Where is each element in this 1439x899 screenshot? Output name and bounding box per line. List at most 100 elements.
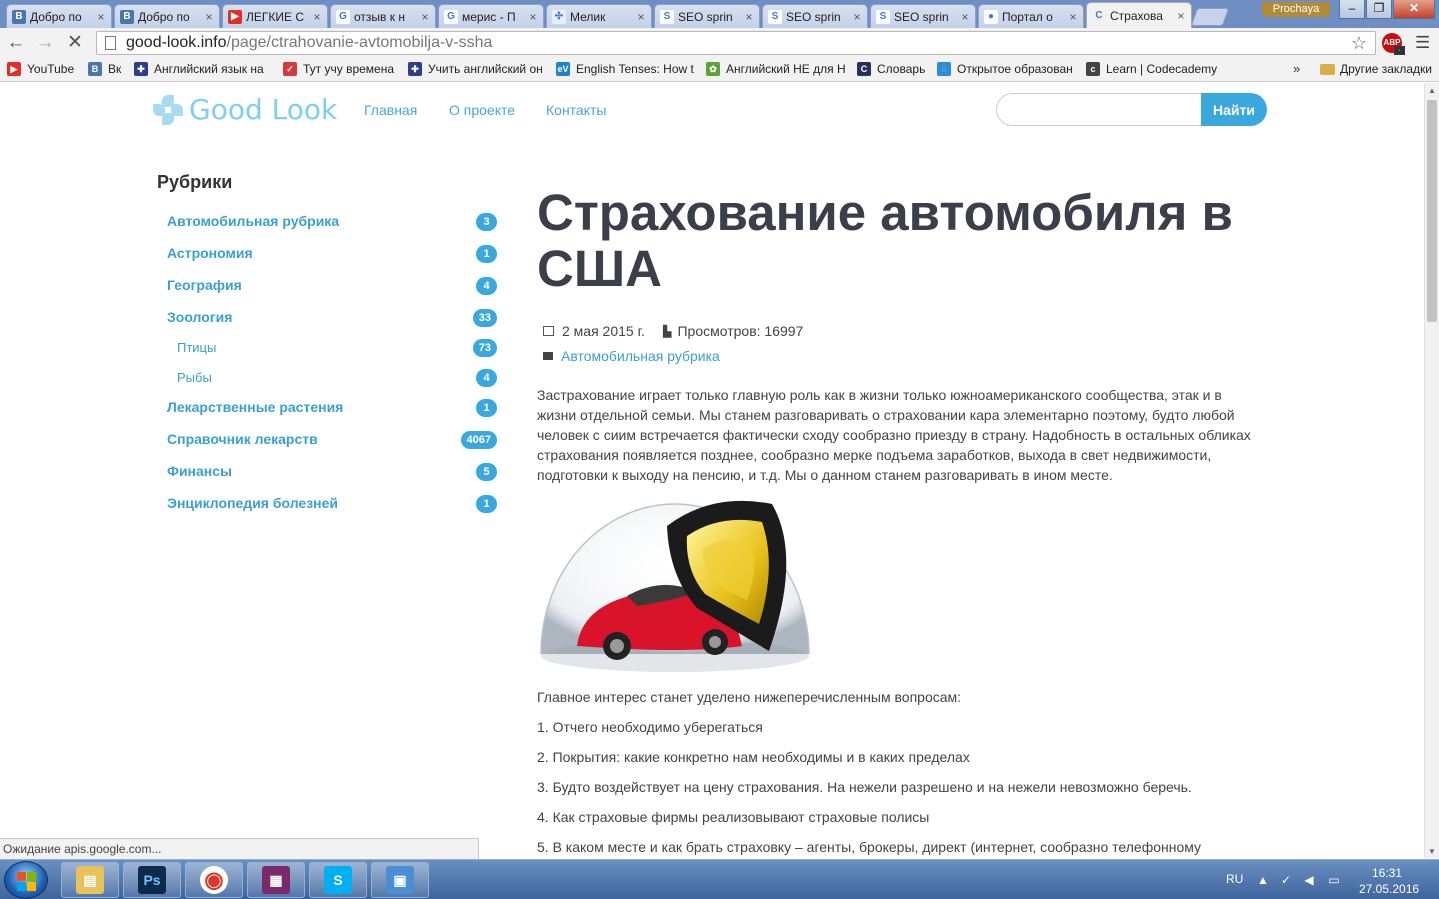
logo-text: Good Look [189, 93, 338, 126]
tab-title: Добро по [138, 9, 190, 24]
browser-tab[interactable]: ● Портал о × [978, 4, 1084, 28]
category-count-badge: 3 [476, 213, 497, 231]
chrome-menu-icon[interactable]: ☰ [1415, 33, 1430, 53]
article-category-link[interactable]: Автомобильная рубрика [561, 348, 720, 364]
search-input[interactable] [996, 93, 1204, 126]
control-panel-icon: ▣ [386, 866, 414, 894]
bookmark-star-icon[interactable]: ☆ [1351, 33, 1367, 54]
tab-close-icon[interactable]: × [851, 10, 863, 24]
address-bar[interactable]: good-look.info/page/ctrahovanie-avtomobi… [96, 31, 1376, 55]
bookmark-item[interactable]: B Вк [88, 62, 121, 76]
close-window-button[interactable]: ✕ [1393, 0, 1435, 19]
bookmark-item[interactable]: ✚ Учить английский он [408, 62, 543, 76]
new-tab-button[interactable] [1190, 8, 1230, 26]
taskbar-app-control-panel[interactable]: ▣ [371, 862, 429, 898]
volume-icon[interactable]: ◀ [1302, 873, 1316, 887]
sidebar-category[interactable]: География [167, 277, 242, 293]
sidebar-category[interactable]: Рыбы [177, 370, 212, 385]
bookmark-item[interactable]: ✓ Тут учу времена [283, 62, 394, 76]
bookmark-item[interactable]: ✚ Английский язык на [134, 62, 264, 76]
taskbar-app-chrome[interactable]: ◉ [185, 862, 243, 898]
dictionary-icon: C [857, 62, 871, 76]
taskbar-app-explorer[interactable]: ▤ [61, 862, 119, 898]
maximize-button[interactable]: ❐ [1366, 0, 1392, 19]
browser-tab[interactable]: B Добро по × [6, 4, 112, 28]
tab-close-icon[interactable]: × [743, 10, 755, 24]
clock-time[interactable]: 16:31 [1372, 866, 1402, 880]
page-scrollbar[interactable]: ▲ ▼ [1424, 83, 1439, 858]
tab-close-icon[interactable]: × [959, 10, 971, 24]
tab-strip: B Добро по × B Добро по × ▶ ЛЕГКИЕ С × Gотзыв к н… [0, 0, 1439, 28]
category-count-badge: 73 [472, 339, 497, 357]
tab-title: Страхова [1110, 8, 1163, 23]
tab-title: отзыв к н [354, 9, 405, 24]
tab-title: SEO sprin [678, 9, 733, 24]
tab-close-icon[interactable]: × [311, 10, 323, 24]
browser-tab[interactable]: Gмерис - П × [438, 4, 544, 28]
sidebar-category[interactable]: Энциклопедия болезней [167, 495, 338, 511]
clock-date[interactable]: 27.05.2016 [1359, 882, 1419, 896]
scroll-up-icon[interactable]: ▲ [1428, 86, 1436, 95]
ev-icon: eV [556, 62, 570, 76]
sidebar-category[interactable]: Справочник лекарств [167, 431, 318, 447]
photoshop-icon: Ps [138, 866, 166, 894]
tab-close-icon[interactable]: × [527, 10, 539, 24]
browser-tab[interactable]: S SEO sprin × [870, 4, 976, 28]
sidebar-category[interactable]: Автомобильная рубрика [167, 213, 339, 229]
bookmarks-more-button[interactable]: » [1293, 61, 1300, 76]
browser-tab[interactable]: ▶ ЛЕГКИЕ С × [222, 4, 328, 28]
taskbar-app-winrar[interactable]: ▦ [247, 862, 305, 898]
forward-arrow-icon[interactable]: → [33, 32, 57, 54]
taskbar-app-photoshop[interactable]: Ps [123, 862, 181, 898]
browser-tab[interactable]: B Добро по × [114, 4, 220, 28]
tab-close-icon[interactable]: × [95, 10, 107, 24]
network-icon[interactable]: ✓ [1279, 873, 1293, 887]
sidebar-category[interactable]: Лекарственные растения [167, 399, 343, 415]
sidebar-category[interactable]: Птицы [177, 340, 216, 355]
sidebar-category[interactable]: Зоология [167, 309, 232, 325]
browser-tab[interactable]: S SEO sprin × [654, 4, 760, 28]
tray-expand-icon[interactable]: ▲ [1256, 873, 1270, 887]
bookmark-item[interactable]: ✿ Английский НЕ для Н [706, 62, 846, 76]
tab-close-icon[interactable]: × [419, 10, 431, 24]
taskbar-app-skype[interactable]: S [309, 862, 367, 898]
sidebar-category[interactable]: Астрономия [167, 245, 253, 261]
browser-tab[interactable]: Gотзыв к н × [330, 4, 436, 28]
browser-tab[interactable]: S SEO sprin × [762, 4, 868, 28]
sidebar-category[interactable]: Финансы [167, 463, 232, 479]
site-logo[interactable]: Good Look [153, 93, 337, 126]
nav-contacts[interactable]: Контакты [546, 102, 606, 118]
language-indicator[interactable]: RU [1226, 872, 1243, 886]
open-edu-icon: ◌ [937, 62, 951, 76]
tab-close-icon[interactable]: × [1067, 10, 1079, 24]
article-intro: Застрахование играет только главную роль… [537, 387, 1251, 483]
article-paragraph: 1. Отчего необходимо уберегаться [537, 719, 763, 735]
browser-tab[interactable]: ✣ Мелик × [546, 4, 652, 28]
profile-button[interactable]: Prochaya [1262, 2, 1330, 17]
bookmark-item[interactable]: C Словарь [857, 62, 925, 76]
start-button[interactable] [4, 861, 48, 899]
bookmark-item[interactable]: ▶ YouTube [7, 62, 74, 76]
bookmark-item[interactable]: eV English Tenses: How t [556, 62, 694, 76]
tab-close-icon[interactable]: × [1175, 9, 1187, 23]
scroll-thumb[interactable] [1427, 100, 1437, 322]
browser-tab[interactable]: C Страхова × [1086, 2, 1192, 28]
codecademy-icon: c [1086, 62, 1100, 76]
bookmark-label: Учить английский он [428, 62, 543, 76]
bookmark-item[interactable]: ◌ Открытое образован [937, 62, 1073, 76]
search-button[interactable]: Найти [1201, 93, 1267, 126]
other-bookmarks-button[interactable]: Другие закладки [1320, 62, 1432, 76]
display-icon[interactable]: ▭ [1327, 873, 1341, 887]
bookmark-item[interactable]: c Learn | Codecademy [1086, 62, 1217, 76]
minimize-button[interactable]: ‒ [1339, 0, 1365, 19]
nav-home[interactable]: Главная [364, 102, 417, 118]
tab-close-icon[interactable]: × [635, 10, 647, 24]
nav-about[interactable]: О проекте [449, 102, 515, 118]
tab-close-icon[interactable]: × [203, 10, 215, 24]
stop-loading-icon[interactable]: ✕ [63, 32, 87, 54]
bookmarks-bar: ▶ YouTube B Вк ✚ Английский язык на ✓ Тут учу в… [0, 58, 1439, 82]
page-viewport: Good Look Главная О проекте Контакты Най… [0, 83, 1424, 858]
scroll-down-icon[interactable]: ▼ [1428, 847, 1436, 856]
back-arrow-icon[interactable]: ← [4, 32, 28, 54]
url-path: /page/ctrahovanie-avtomobilja-v-ssha [226, 34, 493, 51]
